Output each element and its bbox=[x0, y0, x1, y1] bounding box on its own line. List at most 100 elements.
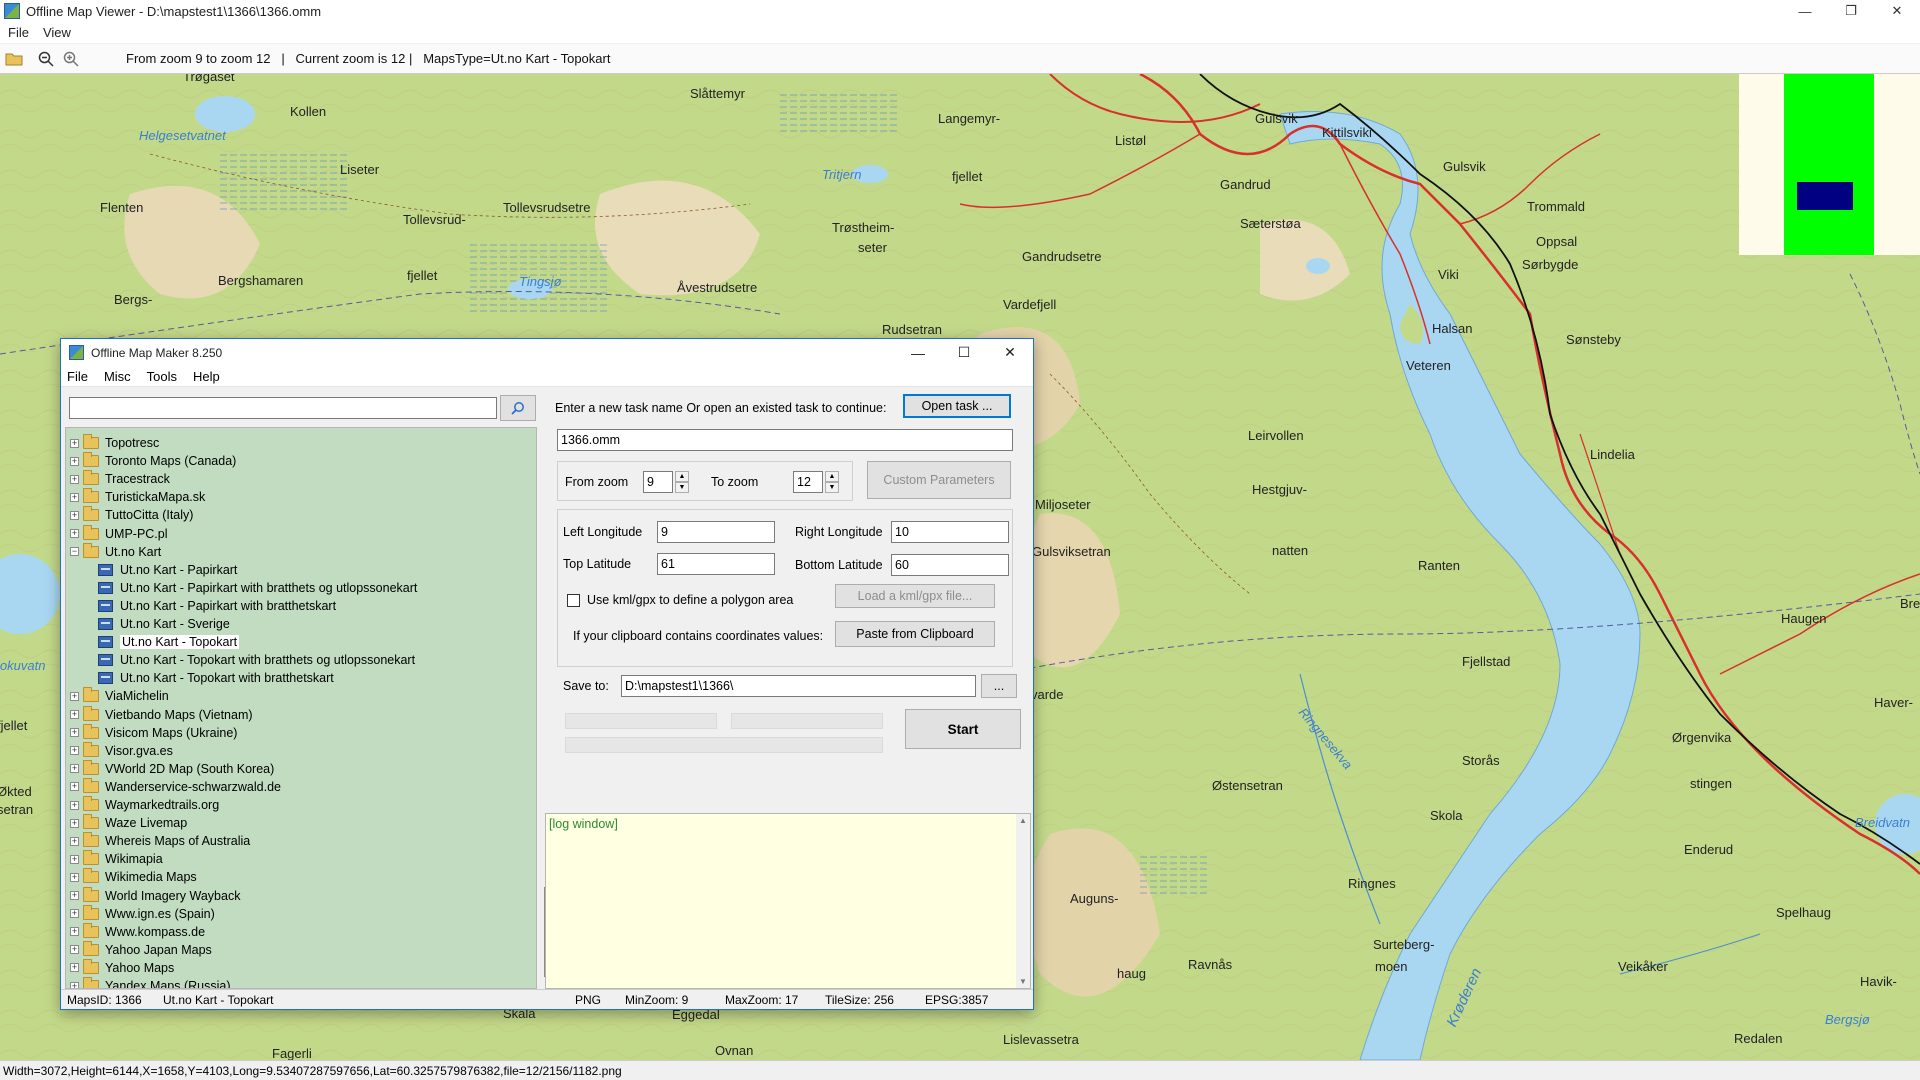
dialog-menu-tools[interactable]: Tools bbox=[147, 369, 177, 384]
tree-map-item[interactable]: Ut.no Kart - Papirkart with bratthetskar… bbox=[98, 597, 336, 615]
open-folder-icon[interactable] bbox=[3, 48, 25, 70]
tree-folder-item[interactable]: + UMP-PC.pl bbox=[70, 524, 168, 543]
paste-from-clipboard-button[interactable]: Paste from Clipboard bbox=[835, 621, 995, 647]
task-name-input[interactable]: 1366.omm bbox=[557, 429, 1013, 451]
expand-icon[interactable]: + bbox=[70, 510, 79, 520]
tree-folder-item[interactable]: + TuttoCitta (Italy) bbox=[70, 506, 193, 524]
expand-icon[interactable]: + bbox=[70, 474, 79, 484]
expand-icon[interactable]: + bbox=[70, 927, 79, 937]
minimize-button[interactable]: — bbox=[1782, 0, 1828, 22]
tree-folder-item[interactable]: − Ut.no Kart bbox=[70, 542, 161, 561]
expand-icon[interactable]: + bbox=[70, 836, 79, 846]
dialog-minimize-button[interactable]: — bbox=[895, 339, 941, 366]
map-search-input[interactable] bbox=[69, 397, 497, 419]
expand-icon[interactable]: + bbox=[70, 800, 79, 810]
expand-icon[interactable]: + bbox=[70, 782, 79, 792]
dialog-menu-file[interactable]: File bbox=[67, 369, 88, 384]
log-window[interactable]: [log window] ▲ ▼ bbox=[545, 813, 1031, 989]
from-zoom-up[interactable]: ▲ bbox=[675, 471, 689, 482]
expand-icon[interactable]: + bbox=[70, 438, 79, 448]
from-zoom-down[interactable]: ▼ bbox=[675, 482, 689, 493]
dialog-menu-help[interactable]: Help bbox=[193, 369, 220, 384]
expand-icon[interactable]: + bbox=[70, 909, 79, 919]
map-source-tree[interactable]: + Topotresc + Toronto Maps (Canada) + Tracest… bbox=[65, 427, 537, 989]
browse-folder-button[interactable]: ... bbox=[981, 674, 1017, 698]
from-zoom-spinner[interactable]: ▲ ▼ bbox=[675, 471, 689, 493]
from-zoom-input[interactable]: 9 bbox=[643, 471, 673, 493]
expand-icon[interactable]: + bbox=[70, 854, 79, 864]
tree-folder-item[interactable]: + Www.kompass.de bbox=[70, 922, 205, 941]
expand-icon[interactable]: + bbox=[70, 945, 79, 955]
zoom-out-icon[interactable] bbox=[35, 48, 57, 70]
tree-folder-item[interactable]: + World Imagery Wayback bbox=[70, 886, 240, 905]
tree-folder-item[interactable]: + Waze Livemap bbox=[70, 814, 187, 832]
minimap-viewport[interactable] bbox=[1797, 182, 1853, 210]
tree-folder-item[interactable]: + TuristickaMapa.sk bbox=[70, 488, 205, 506]
tree-folder-item[interactable]: + Yandex Maps (Russia) bbox=[70, 977, 231, 988]
expand-icon[interactable]: + bbox=[70, 963, 79, 973]
to-zoom-spinner[interactable]: ▲ ▼ bbox=[825, 471, 839, 493]
bottom-latitude-input[interactable]: 60 bbox=[891, 554, 1009, 576]
log-scrollbar[interactable]: ▲ ▼ bbox=[1016, 814, 1030, 988]
tree-map-item[interactable]: Ut.no Kart - Papirkart with bratthets og… bbox=[98, 579, 417, 597]
tree-map-item[interactable]: Ut.no Kart - Topokart with bratthetskart bbox=[98, 669, 334, 687]
tree-folder-item[interactable]: + Topotresc bbox=[70, 434, 159, 452]
dialog-maximize-button[interactable]: ☐ bbox=[941, 339, 987, 366]
start-button[interactable]: Start bbox=[905, 709, 1021, 749]
expand-icon[interactable]: + bbox=[70, 746, 79, 756]
search-button[interactable] bbox=[500, 395, 536, 421]
expand-icon[interactable]: + bbox=[70, 728, 79, 738]
scroll-down-icon[interactable]: ▼ bbox=[1016, 977, 1030, 986]
tree-folder-item[interactable]: + Wikimapia bbox=[70, 850, 163, 868]
tree-map-item[interactable]: Ut.no Kart - Sverige bbox=[98, 615, 230, 633]
expand-icon[interactable]: + bbox=[70, 818, 79, 828]
tree-folder-item[interactable]: + Vietbando Maps (Vietnam) bbox=[70, 705, 253, 724]
scroll-up-icon[interactable]: ▲ bbox=[1016, 816, 1030, 825]
tree-map-item[interactable]: Ut.no Kart - Topokart with bratthets og … bbox=[98, 651, 415, 669]
tree-folder-item[interactable]: + ViaMichelin bbox=[70, 687, 169, 705]
right-longitude-input[interactable]: 10 bbox=[891, 521, 1009, 543]
tree-folder-item[interactable]: + Wanderservice-schwarzwald.de bbox=[70, 777, 281, 796]
to-zoom-down[interactable]: ▼ bbox=[825, 482, 839, 493]
tree-folder-item[interactable]: + Whereis Maps of Australia bbox=[70, 832, 250, 850]
kml-polygon-checkbox[interactable] bbox=[567, 594, 580, 607]
expand-icon[interactable]: + bbox=[70, 691, 79, 701]
custom-parameters-button[interactable]: Custom Parameters bbox=[867, 461, 1011, 499]
expand-icon[interactable]: + bbox=[70, 492, 79, 502]
dialog-close-button[interactable]: ✕ bbox=[987, 339, 1033, 366]
expand-icon[interactable]: + bbox=[70, 456, 79, 466]
tree-folder-item[interactable]: + Visicom Maps (Ukraine) bbox=[70, 723, 237, 742]
tree-map-item[interactable]: Ut.no Kart - Topokart bbox=[98, 633, 240, 651]
expand-icon[interactable]: + bbox=[70, 981, 79, 988]
expand-icon[interactable]: + bbox=[70, 891, 79, 900]
collapse-icon[interactable]: − bbox=[70, 547, 79, 557]
maximize-button[interactable]: ❐ bbox=[1828, 0, 1874, 22]
expand-icon[interactable]: + bbox=[70, 872, 79, 882]
tree-folder-item[interactable]: + Www.ign.es (Spain) bbox=[70, 904, 215, 923]
tree-folder-item[interactable]: + Wikimedia Maps bbox=[70, 868, 197, 886]
zoom-in-icon[interactable] bbox=[60, 48, 82, 70]
to-zoom-input[interactable]: 12 bbox=[793, 471, 823, 493]
menu-file[interactable]: File bbox=[8, 25, 29, 40]
expand-icon[interactable]: + bbox=[70, 529, 79, 538]
save-to-input[interactable]: D:\mapstest1\1366\ bbox=[621, 675, 976, 697]
tree-folder-item[interactable]: + VWorld 2D Map (South Korea) bbox=[70, 759, 274, 778]
overview-minimap[interactable] bbox=[1739, 74, 1920, 255]
tree-map-item[interactable]: Ut.no Kart - Papirkart bbox=[98, 561, 237, 579]
left-longitude-input[interactable]: 9 bbox=[657, 521, 775, 543]
expand-icon[interactable]: + bbox=[70, 764, 79, 774]
tree-folder-item[interactable]: + Visor.gva.es bbox=[70, 741, 173, 760]
tree-folder-item[interactable]: + Toronto Maps (Canada) bbox=[70, 452, 236, 470]
tree-folder-item[interactable]: + Tracestrack bbox=[70, 470, 170, 488]
dialog-menu-misc[interactable]: Misc bbox=[104, 369, 131, 384]
top-latitude-input[interactable]: 61 bbox=[657, 553, 775, 575]
tree-folder-item[interactable]: + Yahoo Japan Maps bbox=[70, 940, 212, 959]
load-kml-button[interactable]: Load a kml/gpx file... bbox=[835, 584, 995, 608]
tree-folder-item[interactable]: + Waymarkedtrails.org bbox=[70, 796, 219, 814]
to-zoom-up[interactable]: ▲ bbox=[825, 471, 839, 482]
expand-icon[interactable]: + bbox=[70, 710, 79, 719]
open-task-button[interactable]: Open task ... bbox=[903, 394, 1011, 418]
close-button[interactable]: ✕ bbox=[1874, 0, 1920, 22]
tree-folder-item[interactable]: + Yahoo Maps bbox=[70, 958, 174, 977]
menu-view[interactable]: View bbox=[43, 25, 71, 40]
